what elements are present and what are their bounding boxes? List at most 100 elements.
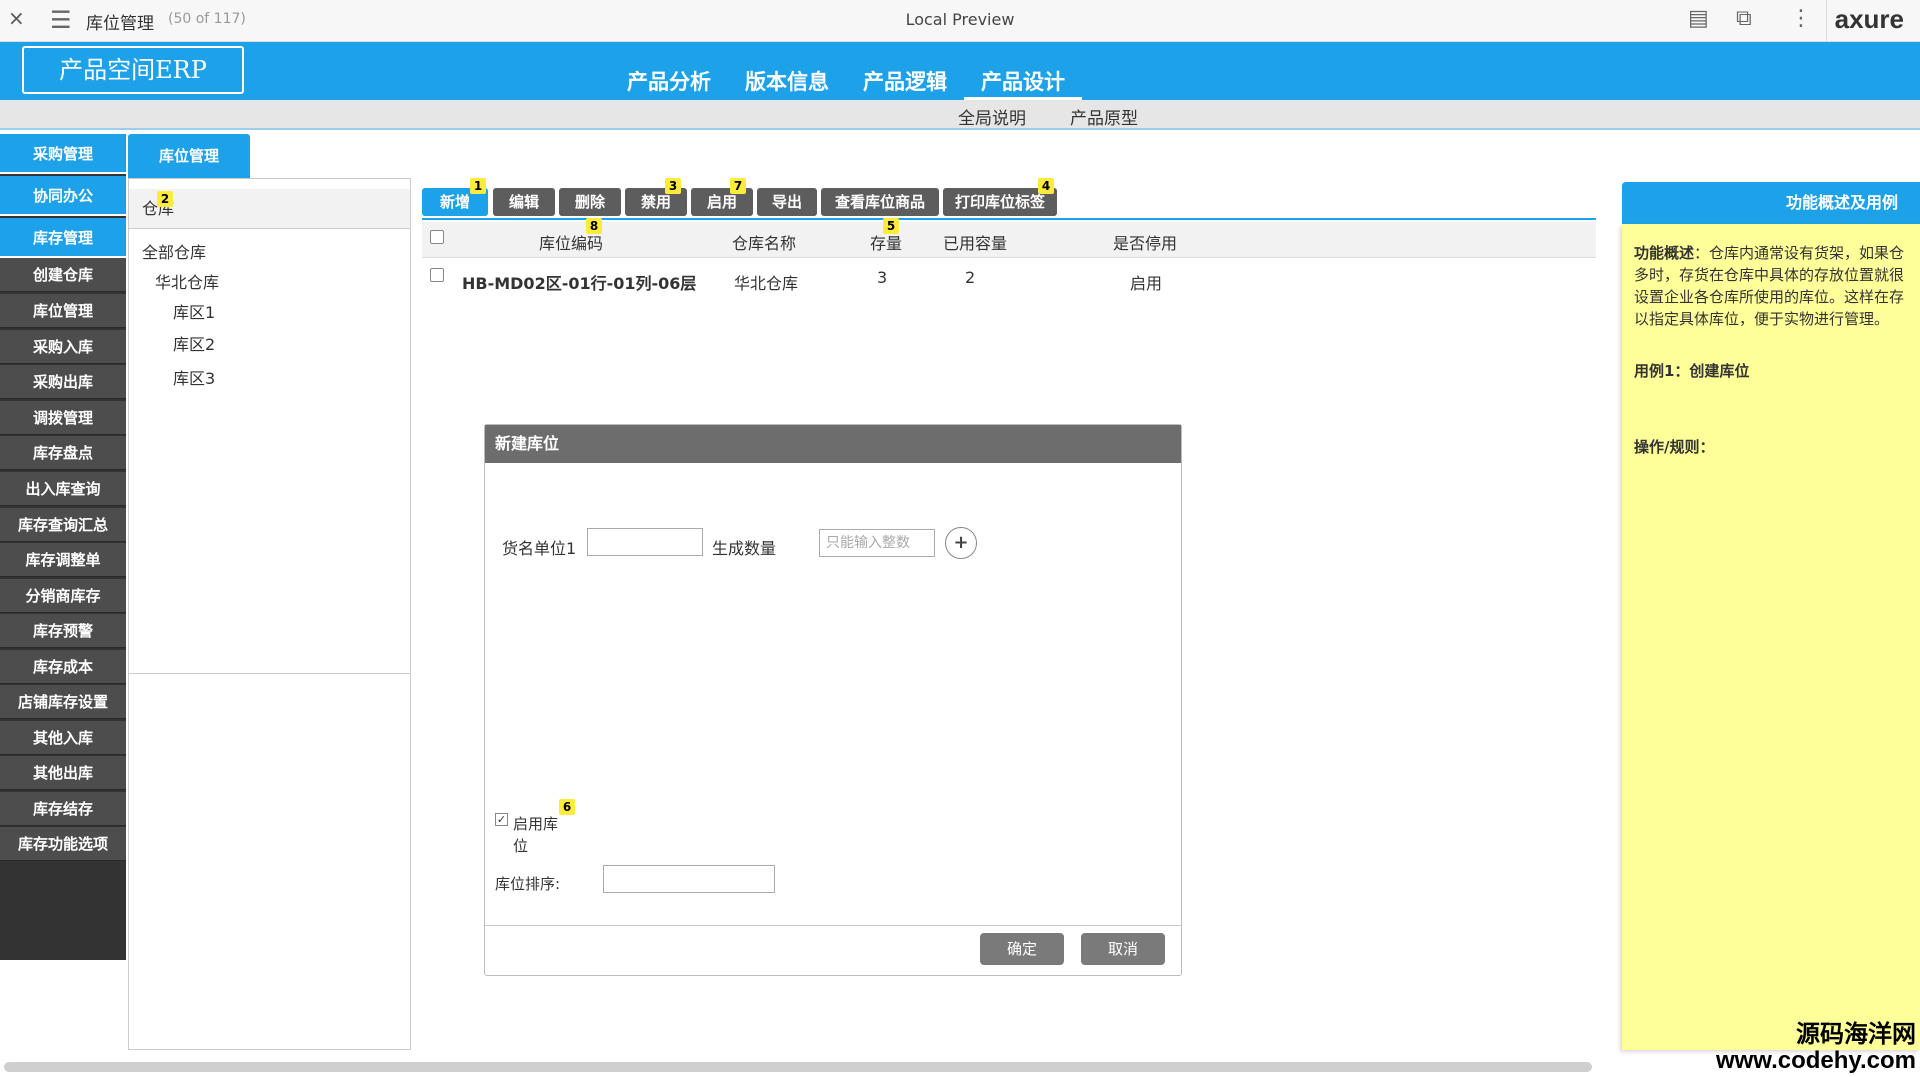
divider: [485, 925, 1181, 926]
nav-product-design[interactable]: 产品设计: [964, 64, 1082, 100]
more-options-icon[interactable]: ⋮: [1790, 6, 1812, 31]
app-logo[interactable]: 产品空间ERP: [22, 46, 244, 94]
unit-input[interactable]: [587, 528, 703, 556]
sidebar: 采购管理 协同办公 库存管理 创建仓库 库位管理 采购入库 采购出库 调拨管理 …: [0, 134, 126, 960]
window-title: Local Preview: [905, 10, 1015, 29]
annotation-badge: 7: [730, 178, 746, 194]
delete-button[interactable]: 删除: [559, 188, 621, 216]
sidebar-item-create-warehouse[interactable]: 创建仓库: [0, 258, 126, 292]
horizontal-scrollbar[interactable]: [4, 1062, 1592, 1072]
warehouse-tree-panel: 仓库 2 全部仓库 华北仓库 库区1 库区2 库区3: [128, 178, 411, 1050]
edit-button[interactable]: 编辑: [493, 188, 555, 216]
notes-panel: 功能概述：仓库内通常设有货架，如果仓 多时，存货在仓库中具体的存放位置就很 设置…: [1622, 224, 1920, 1050]
quantity-input[interactable]: [819, 529, 935, 557]
sidebar-item-stock-summary[interactable]: 库存查询汇总: [0, 508, 126, 542]
annotation-badge: 5: [883, 218, 899, 234]
tree-node-huabei[interactable]: 华北仓库: [155, 269, 219, 293]
column-header-warehouse: 仓库名称: [732, 234, 797, 253]
sidebar-item-office[interactable]: 协同办公: [0, 176, 126, 216]
cell-stock: 3: [877, 268, 888, 287]
nav-product-logic[interactable]: 产品逻辑: [846, 64, 964, 100]
sidebar-item-location[interactable]: 库位管理: [0, 294, 126, 328]
close-icon[interactable]: ×: [8, 6, 25, 30]
notes-header[interactable]: 功能概述及用例: [1622, 182, 1920, 224]
main-nav: 产品分析 版本信息 产品逻辑 产品设计: [610, 64, 1082, 100]
view-location-goods-button[interactable]: 查看库位商品: [821, 188, 939, 216]
nav-version-info[interactable]: 版本信息: [728, 64, 846, 100]
sidebar-item-io-query[interactable]: 出入库查询: [0, 472, 126, 506]
sub-nav: 全局说明 产品原型: [0, 100, 1920, 130]
watermark: 源码海洋网 www.codehy.com: [1716, 1020, 1916, 1074]
table-header: 库位编码 仓库名称 存量 已用容量 是否停用 8 5: [422, 218, 1596, 258]
sidebar-item-shop-stock[interactable]: 店铺库存设置: [0, 685, 126, 719]
annotation-badge: 4: [1038, 178, 1054, 194]
menu-icon[interactable]: ☰: [50, 6, 72, 34]
tab-location-management[interactable]: 库位管理: [128, 134, 250, 178]
tree-node-zone2[interactable]: 库区2: [173, 331, 215, 355]
sidebar-item-purchase-in[interactable]: 采购入库: [0, 330, 126, 364]
notes-rules: 操作/规则：: [1634, 438, 1715, 456]
notes-desc-line: 多时，存货在仓库中具体的存放位置就很: [1634, 266, 1905, 284]
annotation-badge: 6: [559, 799, 575, 815]
sidebar-item-stock-cost[interactable]: 库存成本: [0, 650, 126, 684]
notes-use-case: 用例1：创建库位: [1634, 362, 1750, 380]
divider: [129, 673, 410, 674]
sidebar-item-distributor-stock[interactable]: 分销商库存: [0, 579, 126, 613]
cell-used: 2: [965, 268, 976, 287]
tree-node-all[interactable]: 全部仓库: [142, 239, 206, 263]
sidebar-item-stock-alert[interactable]: 库存预警: [0, 614, 126, 648]
current-page-title: 库位管理: [86, 14, 154, 34]
cancel-button[interactable]: 取消: [1081, 933, 1165, 965]
sidebar-item-other-in[interactable]: 其他入库: [0, 721, 126, 755]
watermark-url: www.codehy.com: [1715, 1047, 1916, 1074]
notes-desc-title: 功能概述: [1634, 244, 1695, 262]
sidebar-item-transfer[interactable]: 调拨管理: [0, 401, 126, 435]
table-row[interactable]: HB-MD02区-01行-01列-06层 华北仓库 3 2 启用: [422, 260, 1596, 300]
notes-icon[interactable]: ▤: [1688, 6, 1709, 31]
row-checkbox[interactable]: [430, 268, 444, 282]
confirm-button[interactable]: 确定: [980, 933, 1064, 965]
quantity-label: 生成数量: [712, 539, 777, 558]
tree-node-zone1[interactable]: 库区1: [173, 299, 215, 323]
column-header-status: 是否停用: [1113, 234, 1178, 253]
sidebar-item-options[interactable]: 库存功能选项: [0, 827, 126, 861]
enable-location-label: 启用库: [513, 815, 559, 833]
tree-node-zone3[interactable]: 库区3: [173, 365, 215, 389]
sub-nav-prototype[interactable]: 产品原型: [1070, 104, 1138, 129]
annotation-badge: 3: [665, 178, 681, 194]
sidebar-item-adjustment[interactable]: 库存调整单: [0, 543, 126, 577]
notes-content: 功能概述：仓库内通常设有货架，如果仓 多时，存货在仓库中具体的存放位置就很 设置…: [1634, 242, 1920, 458]
page-count: (50 of 117): [168, 11, 246, 27]
new-location-dialog: 新建库位 货名单位1 生成数量 + ✓ 启用库 位 6 库位排序: 确定 取消: [484, 424, 1182, 976]
enable-location-checkbox[interactable]: ✓: [495, 813, 508, 826]
select-all-checkbox[interactable]: [430, 230, 444, 244]
app-header: 产品空间ERP 产品分析 版本信息 产品逻辑 产品设计 全局说明 产品原型: [0, 42, 1920, 130]
notes-desc-line: 设置企业各仓库所使用的库位。这样在存: [1634, 288, 1905, 306]
sidebar-item-inventory[interactable]: 库存管理: [0, 218, 126, 258]
sort-input[interactable]: [603, 865, 775, 893]
sort-label: 库位排序:: [495, 875, 561, 893]
sidebar-item-purchase[interactable]: 采购管理: [0, 134, 126, 174]
toolbar-divider: [1826, 0, 1827, 42]
sidebar-item-carryover[interactable]: 库存结存: [0, 792, 126, 826]
sidebar-item-purchase-out[interactable]: 采购出库: [0, 365, 126, 399]
watermark-text: 源码海洋网: [1796, 1020, 1916, 1048]
annotation-badge: 2: [157, 191, 173, 207]
sidebar-item-stocktake[interactable]: 库存盘点: [0, 436, 126, 470]
sub-nav-global-notes[interactable]: 全局说明: [958, 104, 1026, 129]
annotation-badge: 1: [470, 178, 486, 194]
preview-toolbar: × ☰ 库位管理 (50 of 117) Local Preview ▤ ⧉ ⋮…: [0, 0, 1920, 42]
sidebar-item-other-out[interactable]: 其他出库: [0, 756, 126, 790]
share-icon[interactable]: ⧉: [1736, 6, 1752, 31]
cell-status: 启用: [1130, 274, 1163, 293]
notes-desc-line: ：仓库内通常设有货架，如果仓: [1694, 244, 1905, 262]
notes-desc-line: 以指定具体库位，便于实物进行管理。: [1634, 310, 1890, 328]
unit-label: 货名单位1: [502, 539, 577, 558]
cell-location-code: HB-MD02区-01行-01列-06层: [462, 274, 697, 293]
axure-logo: axure: [1834, 4, 1904, 34]
nav-product-analysis[interactable]: 产品分析: [610, 64, 728, 100]
annotation-badge: 8: [586, 218, 602, 234]
column-header-used: 已用容量: [943, 234, 1008, 253]
export-button[interactable]: 导出: [757, 188, 817, 216]
add-icon[interactable]: +: [945, 527, 977, 559]
